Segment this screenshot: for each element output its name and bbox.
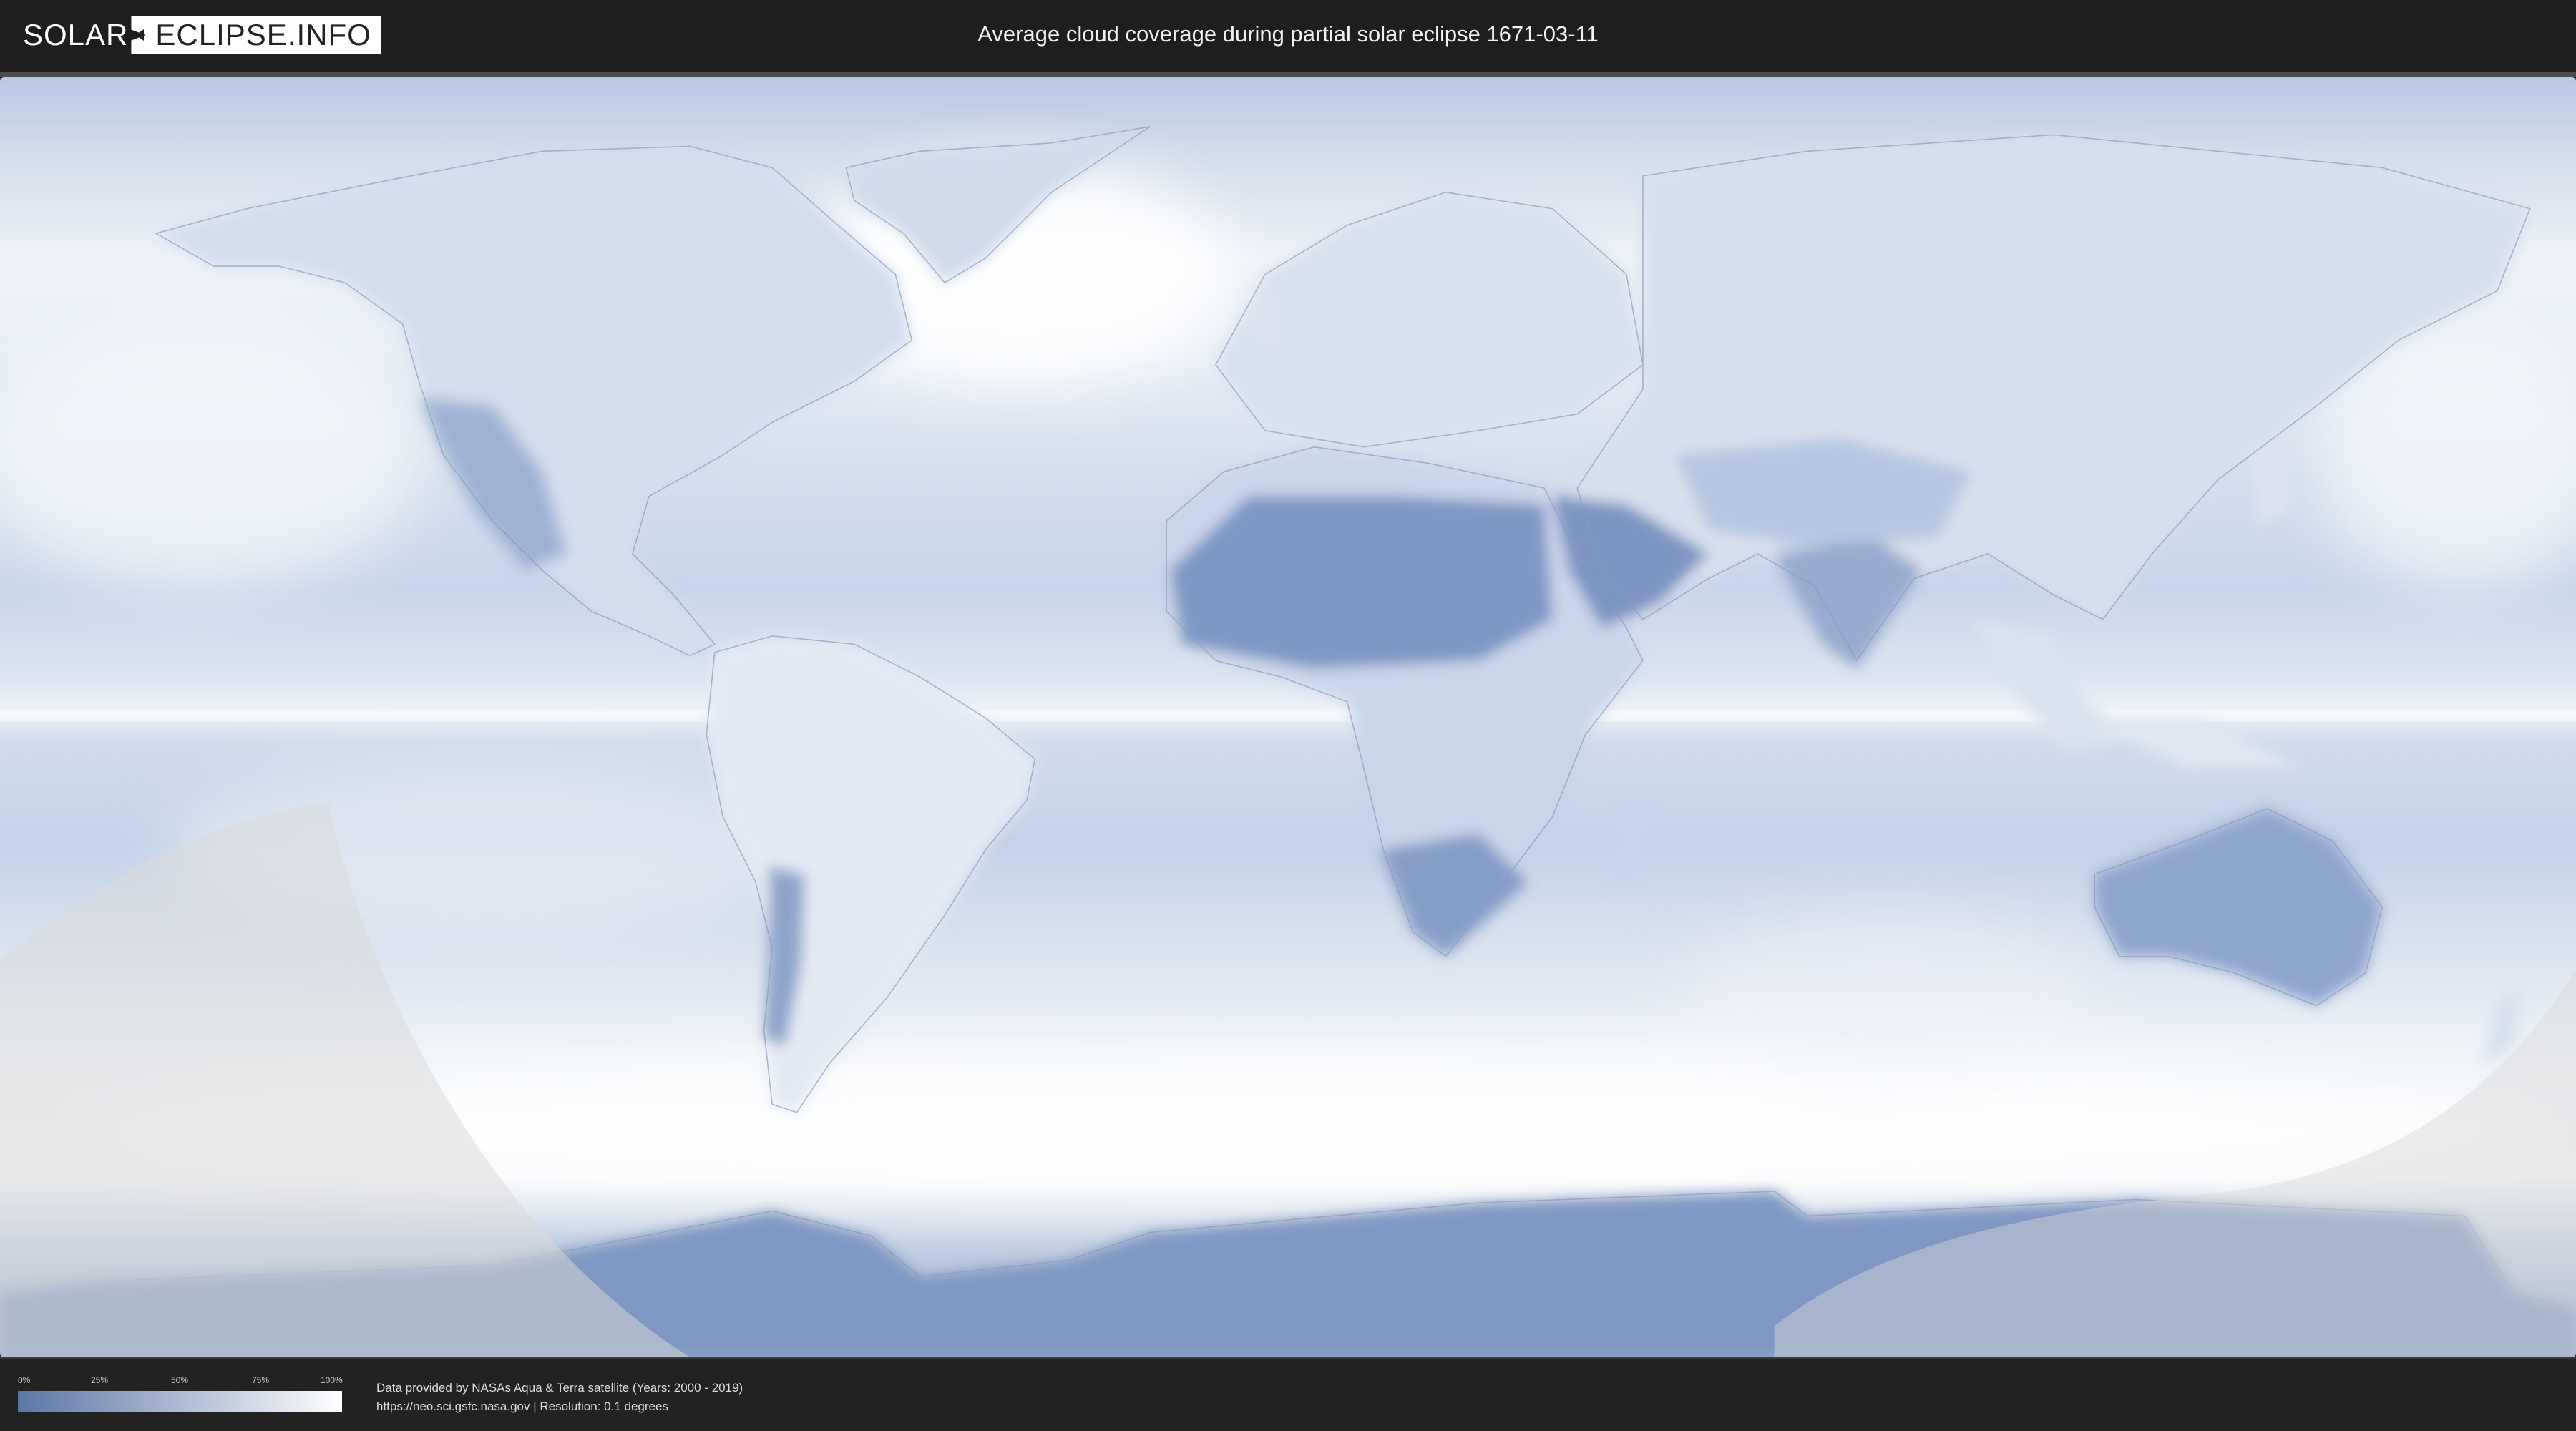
header-bar: SOLAR ECLIPSE.INFO Average cloud coverag… xyxy=(0,0,2576,77)
data-source-url-text: https://neo.sci.gsfc.nasa.gov | Resoluti… xyxy=(376,1400,668,1413)
map-svg xyxy=(0,77,2576,1357)
legend-label-100: 100% xyxy=(321,1375,343,1385)
data-source-text: Data provided by NASAs Aqua & Terra sate… xyxy=(376,1381,743,1395)
page-title: Average cloud coverage during partial so… xyxy=(977,21,1599,47)
legend-label-75: 75% xyxy=(252,1375,270,1385)
region-sahara xyxy=(1169,496,1553,669)
footer-bar: 0% 25% 50% 75% 100% Data provided by NAS… xyxy=(0,1357,2576,1431)
legend-label-0: 0% xyxy=(18,1375,31,1385)
page: SOLAR ECLIPSE.INFO Average cloud coverag… xyxy=(0,0,2576,1431)
cloud-coverage-map xyxy=(0,77,2576,1357)
legend-label-25: 25% xyxy=(91,1375,109,1385)
legend-label-50: 50% xyxy=(171,1375,189,1385)
cloud-coverage-color-scale xyxy=(18,1391,342,1412)
